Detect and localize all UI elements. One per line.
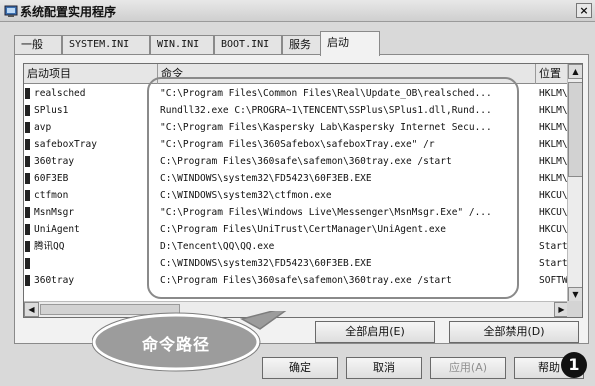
startup-item-name: 60F3EB	[34, 173, 69, 184]
checkbox[interactable]	[25, 241, 30, 252]
disable-all-button[interactable]: 全部禁用(D)	[449, 321, 579, 343]
column-header-item[interactable]: 启动项目	[24, 64, 158, 84]
horizontal-scrollbar[interactable]: ◀ ▶	[24, 301, 569, 317]
tab-general[interactable]: 一般	[14, 35, 62, 55]
startup-item-name: MsnMsgr	[34, 207, 75, 218]
startup-item-command: C:\WINDOWS\system32\FD5423\60F3EB.EXE	[160, 173, 372, 184]
list-row[interactable]: 腾讯QQ D:\Tencent\QQ\QQ.exe Start	[24, 238, 569, 255]
checkbox[interactable]	[25, 105, 30, 116]
tab-system-ini[interactable]: SYSTEM.INI	[62, 35, 150, 55]
system-config-icon	[4, 5, 18, 17]
column-header-command[interactable]: 命令	[158, 64, 536, 84]
checkbox[interactable]	[25, 139, 30, 150]
scroll-corner	[567, 301, 582, 317]
startup-item-command: "C:\Program Files\360Safebox\safeboxTray…	[160, 139, 435, 150]
list-header: 启动项目 命令 位置	[24, 64, 582, 84]
startup-item-name: 腾讯QQ	[34, 241, 65, 252]
ok-button[interactable]: 确定	[262, 357, 338, 379]
startup-item-name: SPlus1	[34, 105, 69, 116]
checkbox[interactable]	[25, 275, 30, 286]
list-row[interactable]: 60F3EB C:\WINDOWS\system32\FD5423\60F3EB.…	[24, 170, 569, 187]
list-row[interactable]: 360tray C:\Program Files\360safe\safemon\…	[24, 153, 569, 170]
window-title: 系统配置实用程序	[20, 5, 117, 19]
list-row[interactable]: C:\WINDOWS\system32\FD5423\60F3EB.EXE Sta…	[24, 255, 569, 272]
startup-item-name: ctfmon	[34, 190, 69, 201]
startup-item-name: 360tray	[34, 156, 75, 167]
startup-item-command: "C:\Program Files\Windows Live\Messenger…	[160, 207, 492, 218]
startup-item-command: "C:\Program Files\Common Files\Real\Upda…	[160, 88, 492, 99]
list-row[interactable]: SPlus1 Rundll32.exe C:\PROGRA~1\TENCENT\S…	[24, 102, 569, 119]
startup-item-command: C:\WINDOWS\system32\ctfmon.exe	[160, 190, 332, 201]
checkbox[interactable]	[25, 156, 30, 167]
startup-item-command: C:\Program Files\360safe\safemon\360tray…	[160, 275, 452, 286]
startup-panel: 启动项目 命令 位置 realsched "C:\Program Files\Co…	[14, 54, 589, 344]
startup-item-name: UniAgent	[34, 224, 80, 235]
arrow-down-icon: ▼	[572, 290, 579, 299]
close-button[interactable]: ×	[576, 3, 592, 18]
arrow-up-icon: ▲	[572, 67, 579, 76]
checkbox[interactable]	[25, 122, 30, 133]
scroll-up-button[interactable]: ▲	[568, 64, 582, 79]
scroll-down-button[interactable]: ▼	[568, 287, 582, 302]
list-row[interactable]: UniAgent C:\Program Files\UniTrust\CertMa…	[24, 221, 569, 238]
checkbox[interactable]	[25, 173, 30, 184]
scroll-left-button[interactable]: ◀	[24, 302, 39, 317]
startup-list[interactable]: 启动项目 命令 位置 realsched "C:\Program Files\Co…	[23, 63, 583, 318]
checkbox[interactable]	[25, 224, 30, 235]
horizontal-scroll-thumb[interactable]	[40, 304, 180, 315]
checkbox[interactable]	[25, 207, 30, 218]
checkbox[interactable]	[25, 190, 30, 201]
startup-item-name: 360tray	[34, 275, 75, 286]
startup-item-name: safeboxTray	[34, 139, 97, 150]
startup-item-command: C:\WINDOWS\system32\FD5423\60F3EB.EXE	[160, 258, 372, 269]
tab-boot-ini[interactable]: BOOT.INI	[214, 35, 282, 55]
tab-startup[interactable]: 启动	[320, 31, 380, 56]
tab-services[interactable]: 服务	[282, 35, 322, 55]
cancel-button[interactable]: 取消	[346, 357, 422, 379]
startup-item-command: Rundll32.exe C:\PROGRA~1\TENCENT\SSPlus\…	[160, 105, 492, 116]
startup-item-command: C:\Program Files\UniTrust\CertManager\Un…	[160, 224, 446, 235]
startup-item-name: realsched	[34, 88, 86, 99]
checkbox[interactable]	[25, 258, 30, 269]
startup-item-command: C:\Program Files\360safe\safemon\360tray…	[160, 156, 452, 167]
startup-item-command: D:\Tencent\QQ\QQ.exe	[160, 241, 275, 252]
list-row[interactable]: ctfmon C:\WINDOWS\system32\ctfmon.exe HKCU…	[24, 187, 569, 204]
startup-item-command: "C:\Program Files\Kaspersky Lab\Kaspersk…	[160, 122, 492, 133]
list-row[interactable]: MsnMsgr "C:\Program Files\Windows Live\Me…	[24, 204, 569, 221]
vertical-scrollbar[interactable]: ▲ ▼	[567, 64, 582, 302]
arrow-left-icon: ◀	[28, 305, 35, 314]
vertical-scroll-thumb[interactable]	[568, 82, 582, 177]
checkbox[interactable]	[25, 88, 30, 99]
step-number-badge: 1	[561, 352, 587, 378]
startup-item-name: avp	[34, 122, 52, 133]
list-row[interactable]: realsched "C:\Program Files\Common Files\…	[24, 85, 569, 102]
arrow-right-icon: ▶	[558, 305, 565, 314]
title-bar: 系统配置实用程序 ×	[0, 0, 595, 22]
list-row[interactable]: safeboxTray "C:\Program Files\360Safebox\…	[24, 136, 569, 153]
list-row[interactable]: avp "C:\Program Files\Kaspersky Lab\Kaspe…	[24, 119, 569, 136]
apply-button[interactable]: 应用(A)	[430, 357, 506, 379]
callout-label: 命令路径	[141, 335, 210, 354]
list-row[interactable]: 360tray C:\Program Files\360safe\safemon\…	[24, 272, 569, 289]
enable-all-button[interactable]: 全部启用(E)	[315, 321, 435, 343]
tab-win-ini[interactable]: WIN.INI	[150, 35, 214, 55]
